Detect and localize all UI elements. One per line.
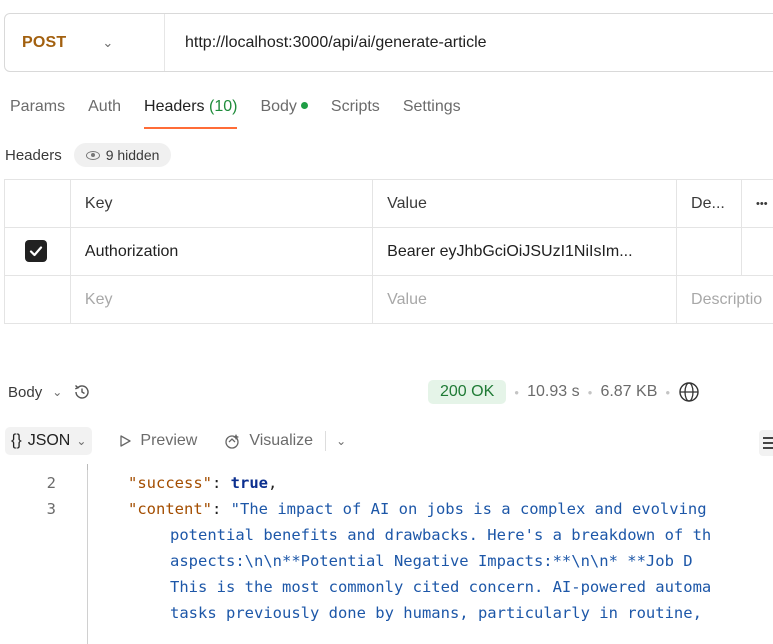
header-key-cell[interactable]: Authorization	[69, 227, 374, 276]
headers-subheader: Headers 9 hidden	[5, 143, 172, 167]
visualize-icon	[225, 434, 240, 449]
headers-table: Key Value De... ••• Authorization Bearer…	[4, 179, 773, 324]
chevron-down-icon: ⌄	[102, 34, 114, 50]
more-options-icon[interactable]: •••	[741, 179, 773, 228]
json-string: tasks previously done by humans, particu…	[170, 604, 702, 622]
request-bar: POST ⌄ http://localhost:3000/api/ai/gene…	[4, 13, 773, 72]
empty-checkbox-cell	[4, 275, 71, 324]
body-indicator-dot	[300, 102, 308, 110]
response-bar: Body ⌄ 200 OK ● 10.93 s ● 6.87 KB ●	[8, 377, 773, 407]
new-value-input[interactable]: Value	[372, 275, 678, 324]
code-line-wrapped: potential benefits and drawbacks. Here's…	[0, 522, 773, 548]
preview-button[interactable]: Preview	[118, 432, 197, 450]
value-column-header: Value	[372, 179, 678, 228]
tab-scripts[interactable]: Scripts	[331, 98, 380, 129]
new-description-input[interactable]: Descriptio	[676, 275, 773, 324]
tab-headers[interactable]: Headers (10)	[144, 98, 238, 129]
response-viewer-toolbar: {} JSON ⌄ Preview Visualize ⌄	[5, 425, 346, 457]
play-icon	[120, 435, 132, 447]
tab-body[interactable]: Body	[260, 98, 308, 129]
row-checkbox[interactable]	[25, 240, 47, 262]
response-time[interactable]: 10.93 s	[527, 383, 579, 401]
format-label: JSON	[27, 432, 71, 449]
code-line-wrapped: aspects:\n\n**Potential Negative Impacts…	[0, 548, 773, 574]
method-select[interactable]: POST ⌄	[5, 14, 165, 71]
response-body-label: Body	[8, 383, 43, 401]
response-code-view: 2 "success": true, 3 "content": "The imp…	[0, 470, 773, 626]
json-key: "success"	[128, 474, 212, 492]
headers-count: (10)	[208, 98, 238, 115]
response-body-dropdown[interactable]: Body ⌄	[8, 382, 92, 402]
checkbox-column-header	[4, 179, 71, 228]
json-string: "The impact of AI on jobs is a complex a…	[230, 500, 707, 518]
line-number: 2	[46, 474, 56, 492]
new-key-input[interactable]: Key	[69, 275, 374, 324]
response-size[interactable]: 6.87 KB	[600, 383, 657, 401]
tab-settings[interactable]: Settings	[403, 98, 461, 129]
key-column-header: Key	[69, 179, 374, 228]
chevron-down-icon: ⌄	[76, 434, 87, 448]
visualize-button[interactable]: Visualize	[223, 432, 313, 450]
tab-auth[interactable]: Auth	[88, 98, 121, 129]
separator-dot: ●	[587, 387, 593, 397]
code-line-wrapped: This is the most commonly cited concern.…	[0, 574, 773, 600]
toolbar-divider	[325, 431, 327, 451]
json-string: aspects:\n\n**Potential Negative Impacts…	[170, 552, 693, 570]
json-key: "content"	[128, 500, 212, 518]
table-header-row: Key Value De... •••	[4, 179, 773, 228]
row-actions-cell	[741, 227, 773, 276]
globe-icon[interactable]	[678, 381, 700, 403]
hidden-headers-toggle[interactable]: 9 hidden	[73, 143, 172, 167]
json-string: This is the most commonly cited concern.…	[170, 578, 712, 596]
json-boolean: true	[230, 474, 268, 492]
chevron-down-icon: ⌄	[52, 385, 63, 399]
history-icon[interactable]	[72, 382, 92, 402]
table-row: Key Value Descriptio	[4, 275, 773, 324]
code-line: 3 "content": "The impact of AI on jobs i…	[0, 496, 773, 522]
request-tabs: Params Auth Headers (10) Body Scripts Se…	[10, 98, 484, 129]
description-column-header: De...	[676, 179, 743, 228]
url-input[interactable]: http://localhost:3000/api/ai/generate-ar…	[165, 34, 487, 52]
code-line: 2 "success": true,	[0, 470, 773, 496]
header-value-cell[interactable]: Bearer eyJhbGciOiJSUzI1NiIsIm...	[372, 227, 678, 276]
header-description-cell[interactable]	[676, 227, 743, 276]
headers-label: Headers	[5, 146, 62, 164]
chevron-down-icon[interactable]: ⌄	[336, 434, 346, 448]
check-icon	[29, 246, 43, 257]
braces-icon: {}	[11, 432, 22, 449]
eye-icon	[85, 150, 100, 160]
method-label: POST	[22, 33, 67, 51]
separator-dot: ●	[665, 387, 671, 397]
separator-dot: ●	[514, 387, 520, 397]
table-row: Authorization Bearer eyJhbGciOiJSUzI1NiI…	[4, 227, 773, 276]
tab-params[interactable]: Params	[10, 98, 65, 129]
response-meta: 200 OK ● 10.93 s ● 6.87 KB ●	[428, 380, 700, 404]
menu-icon[interactable]	[759, 430, 773, 456]
row-checkbox-cell	[4, 227, 71, 276]
status-badge[interactable]: 200 OK	[428, 380, 507, 404]
json-string: potential benefits and drawbacks. Here's…	[170, 526, 712, 544]
format-select[interactable]: {} JSON ⌄	[5, 427, 93, 455]
line-number: 3	[46, 500, 56, 518]
code-line-wrapped: tasks previously done by humans, particu…	[0, 600, 773, 626]
